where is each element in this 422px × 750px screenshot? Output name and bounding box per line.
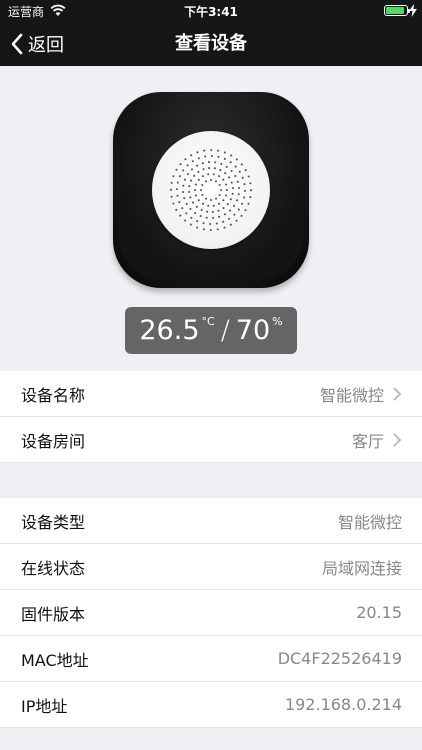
chevron-right-icon <box>393 432 402 447</box>
chevron-right-icon <box>393 386 402 401</box>
firmware-version-label: 固件版本 <box>21 604 86 624</box>
firmware-version-value: 20.15 <box>356 603 402 622</box>
mac-address-row: MAC地址 DC4F22526419 <box>0 635 422 682</box>
charging-icon <box>409 4 417 17</box>
humidity-value: 70 <box>235 315 271 346</box>
device-room-value: 客厅 <box>351 431 384 451</box>
device-type-value: 智能微控 <box>337 512 402 532</box>
firmware-version-row: 固件版本 20.15 <box>0 589 422 636</box>
mac-address-label: MAC地址 <box>21 650 89 670</box>
device-name-label: 设备名称 <box>21 385 86 405</box>
sensor-grille-icon <box>152 131 270 249</box>
online-status-row: 在线状态 局域网连接 <box>0 543 422 590</box>
device-info-group: 设备类型 智能微控 在线状态 局域网连接 固件版本 20.15 MAC地址 DC… <box>0 498 422 728</box>
status-time: 下午3:41 <box>184 5 238 19</box>
battery-icon <box>384 5 410 16</box>
navigation-bar: 返回 查看设备 <box>0 22 422 66</box>
page-title: 查看设备 <box>175 33 247 54</box>
device-type-label: 设备类型 <box>21 512 86 532</box>
ip-address-row: IP地址 192.168.0.214 <box>0 681 422 728</box>
device-settings-group: 设备名称 智能微控 设备房间 客厅 <box>0 371 422 463</box>
sensor-reading-badge: 26.5 °C / 70 % <box>125 307 297 354</box>
temperature-unit: °C <box>201 315 215 328</box>
status-bar: 运营商 下午3:41 <box>0 0 422 22</box>
reading-separator: / <box>220 315 230 346</box>
temperature-value: 26.5 <box>139 315 200 346</box>
top-bar: 运营商 下午3:41 返回 查看设备 <box>0 0 422 66</box>
humidity-unit: % <box>272 315 283 328</box>
ip-address-value: 192.168.0.214 <box>284 695 402 714</box>
online-status-label: 在线状态 <box>21 558 86 578</box>
device-room-label: 设备房间 <box>21 431 86 451</box>
device-name-row[interactable]: 设备名称 智能微控 <box>0 371 422 417</box>
device-type-row: 设备类型 智能微控 <box>0 498 422 544</box>
mac-address-value: DC4F22526419 <box>277 649 402 668</box>
ip-address-label: IP地址 <box>21 696 68 716</box>
online-status-value: 局域网连接 <box>321 558 402 578</box>
device-room-row[interactable]: 设备房间 客厅 <box>0 416 422 463</box>
device-name-value: 智能微控 <box>319 385 384 405</box>
device-image <box>113 92 309 288</box>
